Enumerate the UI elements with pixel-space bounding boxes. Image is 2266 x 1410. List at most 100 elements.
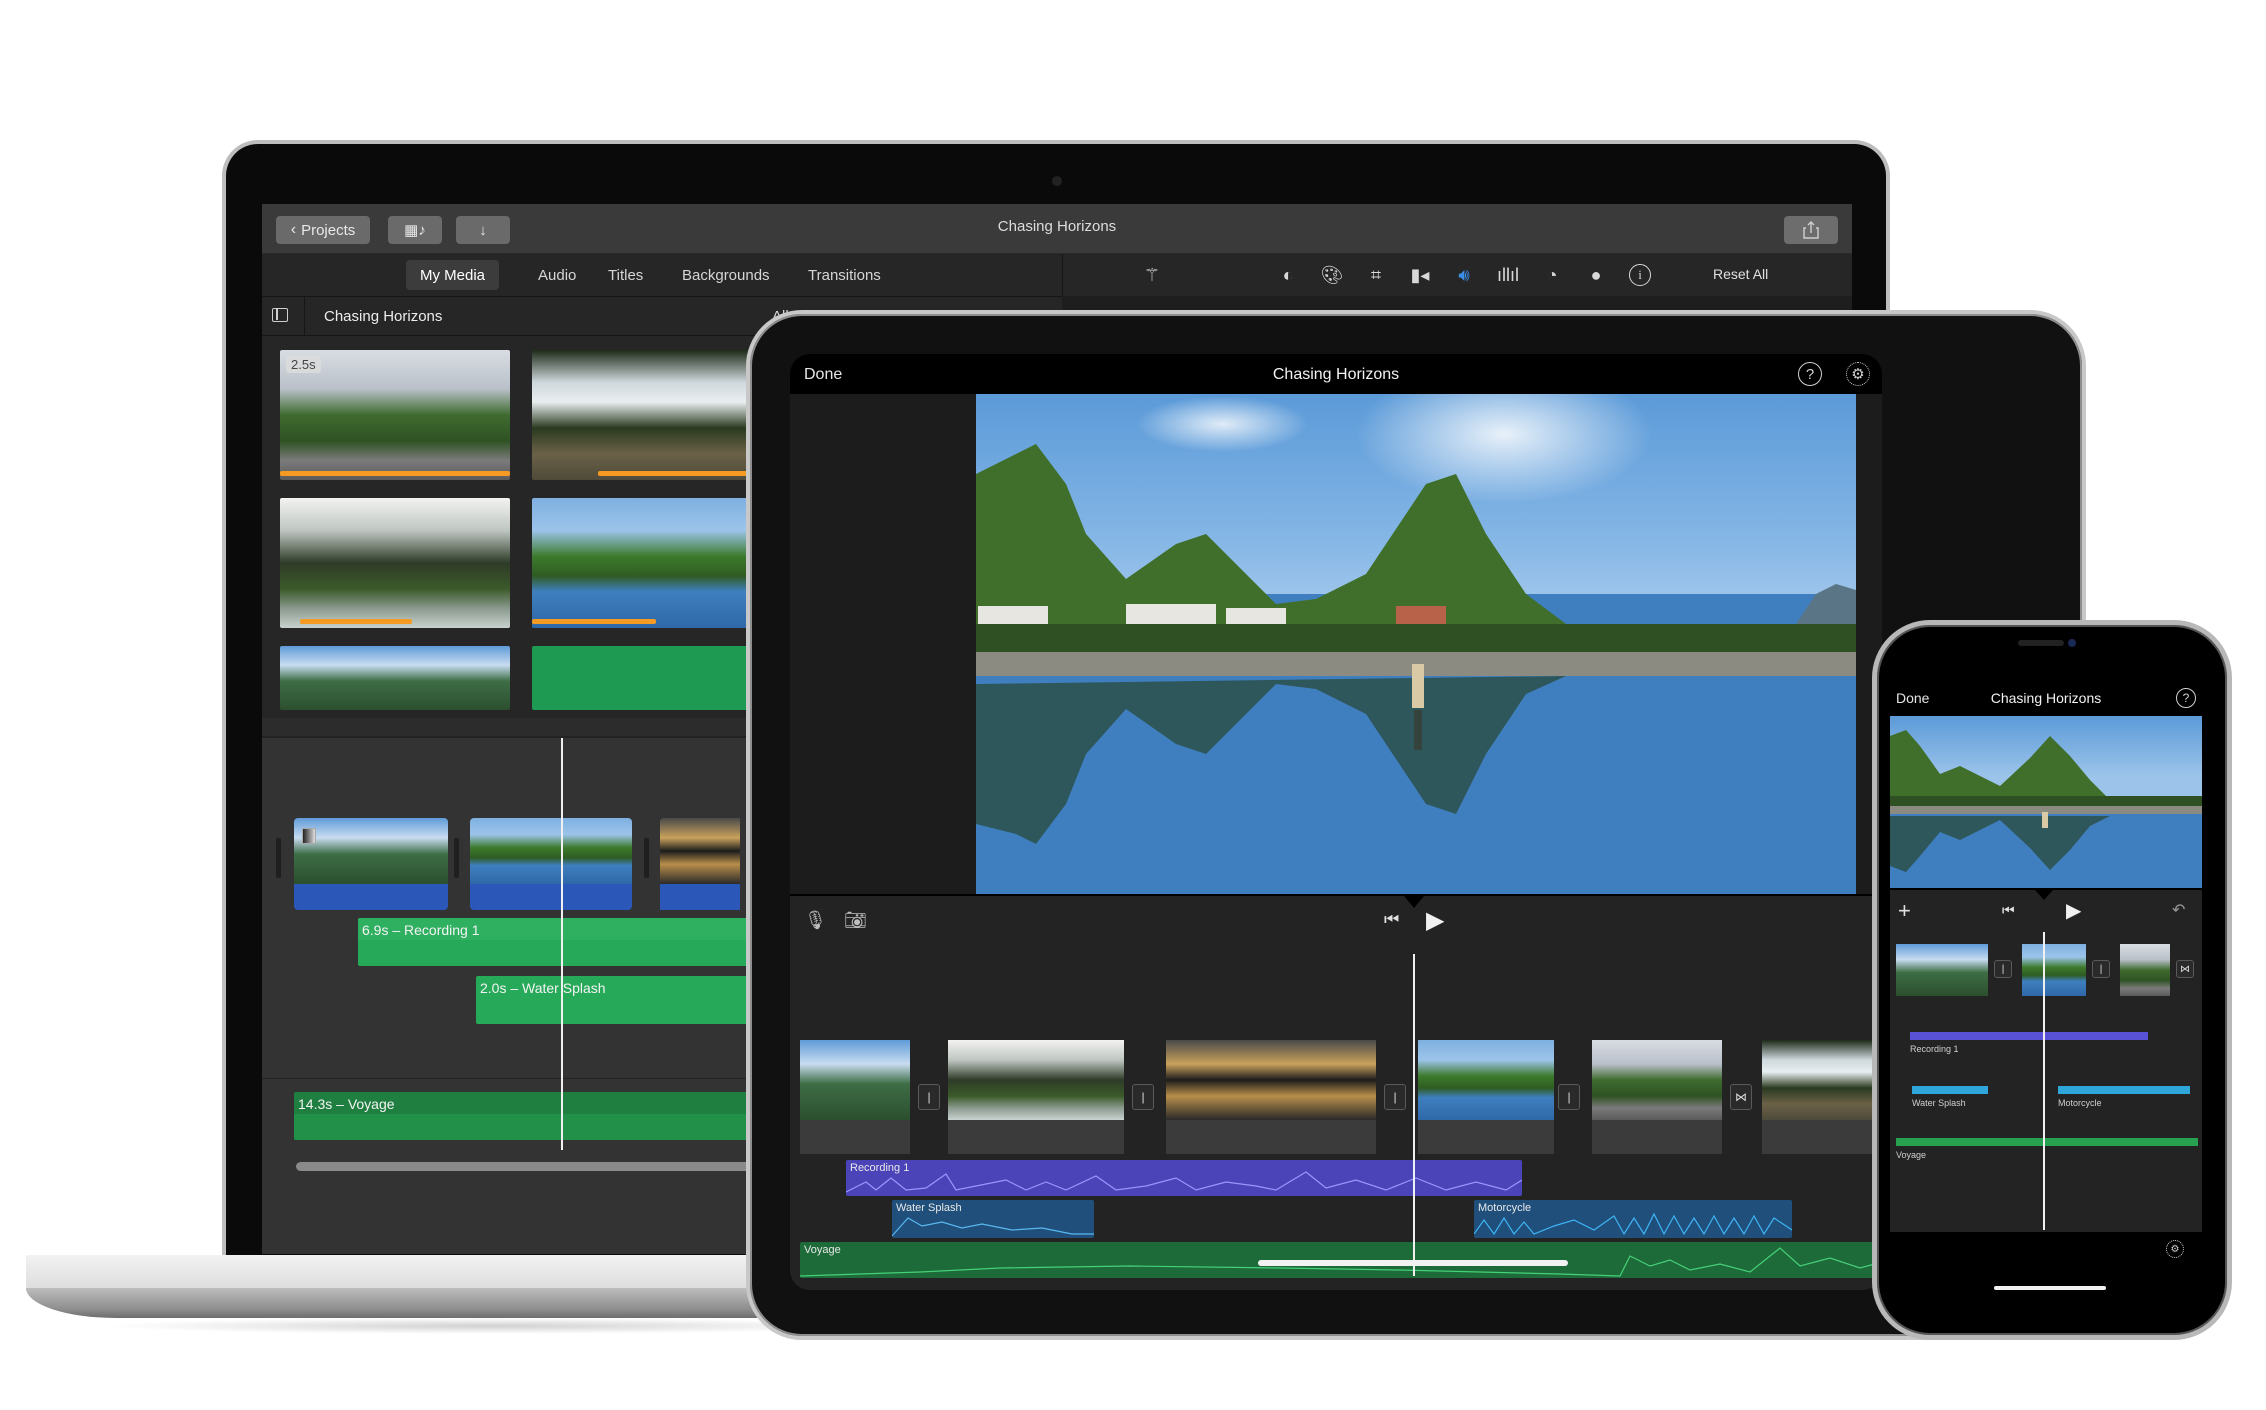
used-range-bar [280, 471, 510, 476]
audio-track-recording[interactable]: Recording 1 [846, 1160, 1522, 1196]
audio-track-recording[interactable] [1910, 1032, 2148, 1040]
video-viewer[interactable] [976, 394, 1856, 894]
tab-my-media[interactable]: My Media [406, 260, 500, 290]
clip-audio-waveform [470, 884, 632, 910]
audio-clip-label: 14.3s – Voyage [298, 1096, 395, 1112]
tablet-imovie-screen: Done Chasing Horizons ? ⚙︎ + 🎙︎ 📷︎ ⏮︎ ▶ [790, 354, 1882, 1290]
playhead-marker [1404, 896, 1424, 908]
crop-icon[interactable]: ⌗ [1365, 264, 1387, 286]
timeline-clip[interactable] [2022, 944, 2086, 996]
settings-icon[interactable]: ⚙︎ [1846, 362, 1870, 386]
timeline-clip[interactable] [1762, 1040, 1882, 1120]
help-icon[interactable]: ? [1798, 362, 1822, 386]
audio-track-motorcycle[interactable] [2058, 1086, 2190, 1094]
media-clip[interactable] [532, 498, 762, 628]
timeline-clip[interactable] [470, 818, 632, 884]
transition-handle[interactable] [644, 838, 649, 878]
timeline-clip[interactable] [948, 1040, 1124, 1120]
help-icon[interactable]: ? [2176, 688, 2196, 708]
play-icon[interactable]: ▶ [1426, 906, 1444, 935]
timeline-clip[interactable] [294, 818, 448, 884]
speed-icon[interactable]: ◔ [1541, 264, 1563, 286]
skip-to-start-icon[interactable]: ⏮︎ [2002, 902, 2015, 919]
timeline-clip[interactable] [1592, 1040, 1722, 1120]
phone-speaker [2018, 640, 2064, 646]
transition-handle[interactable] [454, 838, 459, 878]
tab-titles[interactable]: Titles [594, 260, 657, 290]
info-icon[interactable]: i [1629, 264, 1651, 286]
sidebar-icon[interactable] [272, 308, 288, 322]
mac-titlebar: ‹ Projects ▦♪ ↓ Chasing Horizons [262, 204, 1852, 254]
share-button[interactable] [1784, 216, 1838, 244]
timeline-clip[interactable] [660, 818, 740, 884]
used-range-bar [300, 619, 412, 624]
transition-handle[interactable] [276, 838, 281, 878]
project-title: Chasing Horizons [1272, 366, 1400, 383]
audio-track-water-splash[interactable] [1912, 1086, 1988, 1094]
clip-audio-area [800, 1120, 910, 1154]
video-viewer[interactable] [1890, 716, 2202, 888]
microphone-icon[interactable]: 🎙︎ [804, 910, 827, 931]
audio-track-water-splash[interactable]: Water Splash [892, 1200, 1094, 1238]
phone-imovie-screen: Done Chasing Horizons ? + ⏮︎ ▶ ↶ | | ⋈ R… [1890, 670, 2214, 1310]
settings-icon[interactable]: ⚙︎ [2166, 1240, 2184, 1258]
camera-icon[interactable]: 📷︎ [844, 910, 867, 931]
phone-controls: + ⏮︎ ▶ ↶ [1890, 888, 2202, 932]
audio-clip-recording[interactable]: 6.9s – Recording 1 [358, 918, 758, 966]
playhead[interactable] [2043, 932, 2045, 1230]
tab-audio[interactable]: Audio [524, 260, 590, 290]
audio-clip-label: 6.9s – Recording 1 [362, 922, 480, 938]
timeline-clip[interactable] [1896, 944, 1988, 996]
playhead[interactable] [561, 738, 563, 1150]
audio-track-voyage[interactable] [1896, 1138, 2198, 1146]
playhead[interactable] [1413, 954, 1415, 1276]
color-balance-icon[interactable]: ◐ [1277, 264, 1299, 286]
add-icon[interactable]: + [1898, 898, 1911, 924]
timeline-clip[interactable] [800, 1040, 910, 1120]
window-title: Chasing Horizons [997, 218, 1117, 235]
timeline-clip[interactable] [1418, 1040, 1554, 1120]
audio-clip-voyage[interactable]: 14.3s – Voyage [294, 1092, 764, 1140]
clip-audio-area [1418, 1120, 1554, 1154]
tab-backgrounds[interactable]: Backgrounds [668, 260, 784, 290]
color-correction-icon[interactable]: 🎨︎ [1321, 264, 1344, 286]
noise-reduction-equalizer-icon[interactable]: ıllıl [1497, 264, 1519, 286]
transition-button[interactable]: | [1132, 1084, 1154, 1110]
transition-button[interactable]: | [918, 1084, 940, 1110]
phone-timeline: | | ⋈ Recording 1 Water Splash Motorcycl… [1890, 932, 2202, 1232]
media-clip[interactable] [532, 350, 762, 480]
audio-track-motorcycle[interactable]: Motorcycle [1474, 1200, 1792, 1238]
media-audio-clip[interactable] [532, 646, 762, 710]
stabilization-icon[interactable]: ▮◂ [1409, 264, 1431, 286]
reset-all-button[interactable]: Reset All [1713, 266, 1768, 282]
timeline-scrollbar[interactable] [296, 1162, 776, 1171]
media-clip[interactable]: 2.5s [280, 350, 510, 480]
transition-button[interactable]: | [1994, 960, 2012, 978]
undo-icon[interactable]: ↶ [2172, 900, 2185, 920]
media-clip[interactable] [280, 498, 510, 628]
timeline-clip[interactable] [1166, 1040, 1376, 1120]
media-clip[interactable] [280, 646, 510, 710]
magic-wand-icon[interactable]: ⚚ [1141, 264, 1163, 286]
transition-button[interactable]: | [1384, 1084, 1406, 1110]
laptop-camera [1052, 176, 1062, 186]
clip-filter-icon[interactable]: ● [1585, 264, 1607, 286]
viewer-frame-landscape [1890, 730, 2202, 888]
share-icon [1803, 221, 1819, 239]
water-splash-waveform [892, 1217, 1094, 1237]
clip-audio-area [1592, 1120, 1722, 1154]
tab-transitions[interactable]: Transitions [794, 260, 895, 290]
home-indicator [1994, 1286, 2106, 1290]
cross-dissolve-transition-button[interactable]: ⋈ [2176, 960, 2194, 978]
phone-navbar: Done Chasing Horizons ? [1890, 680, 2214, 716]
audio-clip-water-splash[interactable]: 2.0s – Water Splash [476, 976, 756, 1024]
transition-button[interactable]: | [1558, 1084, 1580, 1110]
timeline-clip[interactable] [2120, 944, 2170, 996]
play-icon[interactable]: ▶ [2066, 898, 2081, 923]
cross-dissolve-transition-button[interactable]: ⋈ [1730, 1084, 1752, 1110]
browser-tabs: My Media Audio Titles Backgrounds Transi… [262, 254, 1062, 296]
skip-to-start-icon[interactable]: ⏮︎ [1384, 910, 1399, 930]
home-indicator [1258, 1260, 1568, 1266]
transition-button[interactable]: | [2092, 960, 2110, 978]
volume-icon[interactable]: 🔊︎ [1453, 264, 1475, 286]
